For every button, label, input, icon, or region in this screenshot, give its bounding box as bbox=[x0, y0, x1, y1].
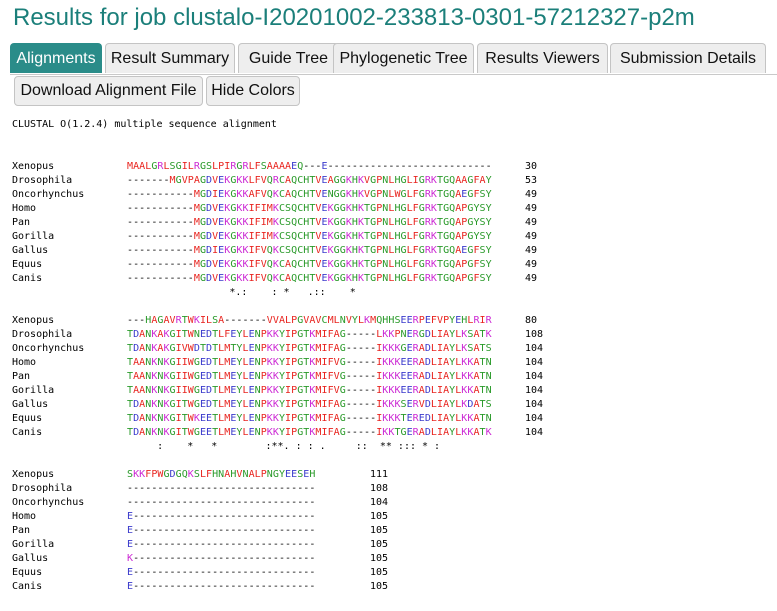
sequence-row: TDANKNKGITWKEETLMEYLENPKKYIPGTKMIFAG----… bbox=[127, 413, 492, 424]
species-name: Oncorhynchus bbox=[12, 189, 85, 200]
hide-colors-button[interactable]: Hide Colors bbox=[206, 76, 300, 106]
residue-count: 49 bbox=[525, 245, 538, 256]
download-alignment-button[interactable]: Download Alignment File bbox=[14, 76, 203, 106]
consensus-line: : * * :**. : : . :: ** ::: * : bbox=[127, 441, 441, 452]
residue-count: 105 bbox=[370, 581, 389, 592]
sequence-row: -----------MGDVEKGKKIFVQKCAQCHTVEKGGKHKT… bbox=[127, 273, 492, 284]
residue-count: 104 bbox=[525, 343, 544, 354]
sequence-row: -----------MGDIEKGKKAFVQKCAQCHTVENGGKHKV… bbox=[127, 189, 492, 200]
sequence-row: MAALGRLSGILRGSLPIRGRLFSAAAAEQ---E-------… bbox=[127, 161, 492, 172]
species-name: Pan bbox=[12, 217, 31, 228]
sequence-row: TDANKAKGITWNEDTLFEYLENPKKYIPGTKMIFAG----… bbox=[127, 329, 492, 340]
residue-count: 105 bbox=[370, 553, 389, 564]
species-name: Equus bbox=[12, 567, 43, 578]
species-name: Homo bbox=[12, 357, 37, 368]
residue-count: 104 bbox=[525, 357, 544, 368]
sequence-row: -----------MGDVEKGKKIFIMKCSQCHTVEKGGKHKT… bbox=[127, 231, 492, 242]
consensus-line: *.: : * .:: * bbox=[127, 287, 356, 298]
residue-count: 80 bbox=[525, 315, 538, 326]
sequence-row: E------------------------------ bbox=[127, 511, 316, 522]
residue-count: 49 bbox=[525, 231, 538, 242]
sequence-row: TDANKNKGITWGEETLMEYLENPKKYIPGTKMIFAG----… bbox=[127, 427, 492, 438]
tab-bar: Alignments Result Summary Guide Tree Phy… bbox=[10, 43, 777, 75]
sequence-row: ------------------------------- bbox=[127, 497, 316, 508]
residue-count: 104 bbox=[525, 371, 544, 382]
residue-count: 108 bbox=[370, 483, 389, 494]
tab-results-viewers[interactable]: Results Viewers bbox=[477, 43, 608, 73]
tab-alignments[interactable]: Alignments bbox=[10, 43, 102, 73]
sequence-row: TDANKAKGIVWDTDTLMTYLENPKKYIPGTKMIFAG----… bbox=[127, 343, 492, 354]
sequence-row: -------MGVPAGDVEKGKKLFVQRCAQCHTVEAGGKHKV… bbox=[127, 175, 492, 186]
species-name: Gorilla bbox=[12, 231, 55, 242]
species-name: Xenopus bbox=[12, 161, 55, 172]
residue-count: 105 bbox=[370, 539, 389, 550]
residue-count: 104 bbox=[525, 385, 544, 396]
sequence-row: -----------MGDVEKGKKIFIMKCSQCHTVEKGGKHKT… bbox=[127, 217, 492, 228]
sequence-row: TAANKNKGIIWGEDTLMEYLENPKKYIPGTKMIFVG----… bbox=[127, 371, 492, 382]
species-name: Xenopus bbox=[12, 469, 55, 480]
species-name: Xenopus bbox=[12, 315, 55, 326]
species-name: Canis bbox=[12, 273, 43, 284]
species-name: Oncorhynchus bbox=[12, 497, 85, 508]
sequence-row: E------------------------------ bbox=[127, 539, 316, 550]
residue-count: 49 bbox=[525, 203, 538, 214]
species-name: Gallus bbox=[12, 553, 49, 564]
sequence-row: TAANKNKGIIWGEDTLMEYLENPKKYIPGTKMIFVG----… bbox=[127, 357, 492, 368]
sequence-row: E------------------------------ bbox=[127, 525, 316, 536]
residue-count: 104 bbox=[525, 399, 544, 410]
sequence-row: K------------------------------ bbox=[127, 553, 316, 564]
residue-count: 105 bbox=[370, 567, 389, 578]
species-name: Gorilla bbox=[12, 385, 55, 396]
species-name: Drosophila bbox=[12, 175, 73, 186]
species-name: Pan bbox=[12, 525, 31, 536]
alignment-header: CLUSTAL O(1.2.4) multiple sequence align… bbox=[12, 119, 277, 130]
sequence-row: TAANKNKGIIWGEDTLMEYLENPKKYIPGTKMIFVG----… bbox=[127, 385, 492, 396]
species-name: Gorilla bbox=[12, 539, 55, 550]
residue-count: 105 bbox=[370, 525, 389, 536]
tab-result-summary[interactable]: Result Summary bbox=[105, 43, 235, 73]
residue-count: 53 bbox=[525, 175, 538, 186]
residue-count: 49 bbox=[525, 189, 538, 200]
residue-count: 111 bbox=[370, 469, 389, 480]
residue-count: 105 bbox=[370, 511, 389, 522]
species-name: Gallus bbox=[12, 245, 49, 256]
species-name: Equus bbox=[12, 413, 43, 424]
tab-guide-tree[interactable]: Guide Tree bbox=[238, 43, 339, 73]
sequence-row: -----------MGDVEKGKKIFVQKCAQCHTVEKGGKHKT… bbox=[127, 259, 492, 270]
residue-count: 30 bbox=[525, 161, 538, 172]
tab-phylogenetic-tree[interactable]: Phylogenetic Tree bbox=[333, 43, 474, 73]
species-name: Homo bbox=[12, 203, 37, 214]
residue-count: 104 bbox=[370, 497, 389, 508]
residue-count: 108 bbox=[525, 329, 544, 340]
sequence-row: ------------------------------- bbox=[127, 483, 316, 494]
sequence-row: -----------MGDVEKGKKIFIMKCSQCHTVEKGGKHKT… bbox=[127, 203, 492, 214]
residue-count: 104 bbox=[525, 413, 544, 424]
species-name: Pan bbox=[12, 371, 31, 382]
species-name: Gallus bbox=[12, 399, 49, 410]
sequence-row: TDANKNKGITWGEDTLMEYLENPKKYIPGTKMIFAG----… bbox=[127, 399, 492, 410]
species-name: Drosophila bbox=[12, 329, 73, 340]
species-name: Drosophila bbox=[12, 483, 73, 494]
residue-count: 49 bbox=[525, 259, 538, 270]
sequence-row: E------------------------------ bbox=[127, 581, 316, 592]
species-name: Oncorhynchus bbox=[12, 343, 85, 354]
residue-count: 104 bbox=[525, 427, 544, 438]
sequence-row: ---HAGAVRTWKILSA-------VVALPGVAVCMLNVYLK… bbox=[127, 315, 492, 326]
species-name: Equus bbox=[12, 259, 43, 270]
sequence-row: E------------------------------ bbox=[127, 567, 316, 578]
sequence-row: SKKFPWGDGQKSLFHNAHVNALPNGYEESEH bbox=[127, 469, 316, 480]
tab-submission-details[interactable]: Submission Details bbox=[610, 43, 766, 73]
sequence-row: -----------MGDIEKGKKIFVQKCSQCHTVEKGGKHKT… bbox=[127, 245, 492, 256]
page-title: Results for job clustalo-I20201002-23381… bbox=[13, 4, 695, 31]
species-name: Homo bbox=[12, 511, 37, 522]
species-name: Canis bbox=[12, 427, 43, 438]
residue-count: 49 bbox=[525, 217, 538, 228]
residue-count: 49 bbox=[525, 273, 538, 284]
species-name: Canis bbox=[12, 581, 43, 592]
